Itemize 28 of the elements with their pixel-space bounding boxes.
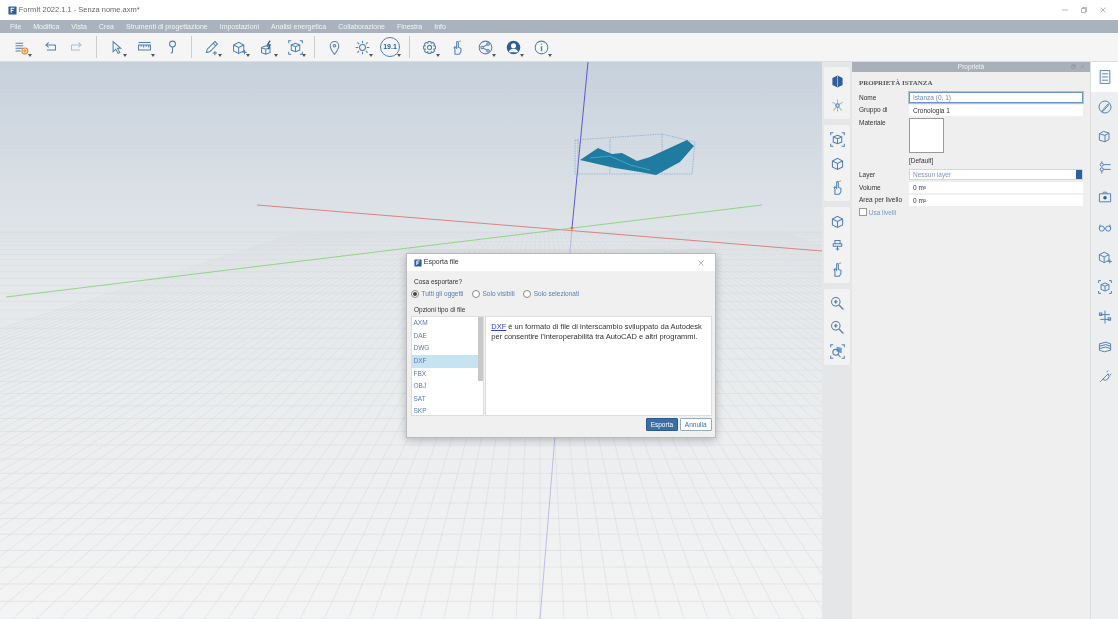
origin-point (570, 226, 574, 230)
zoom-cube-icon (828, 342, 846, 360)
material-swatch[interactable] (909, 117, 944, 153)
cube-frame-icon (1096, 279, 1113, 295)
close-icon (1079, 63, 1086, 70)
zoom-frame-icon (828, 318, 846, 336)
checkbox[interactable] (859, 208, 867, 217)
info-icon (532, 38, 550, 56)
scrollbar-thumb[interactable] (477, 317, 483, 382)
properties-tab[interactable] (1091, 62, 1118, 92)
dropdown-button[interactable] (1076, 170, 1082, 180)
brush-icon (1096, 99, 1113, 115)
cube-frame-icon (286, 38, 304, 56)
cube-stack-icon (1096, 129, 1113, 145)
camera-icon (1096, 189, 1113, 205)
cube-frame-icon (828, 130, 846, 148)
slab-icon (1096, 339, 1113, 355)
zoom-in-icon (828, 294, 846, 312)
close-icon (696, 257, 706, 268)
app-logo-icon (8, 5, 17, 15)
user-icon (504, 38, 522, 56)
settings-icon (420, 38, 438, 56)
node-tree-icon (1096, 309, 1113, 325)
share-icon (476, 38, 494, 56)
sun-icon (353, 38, 371, 56)
cube-icon (1096, 249, 1113, 265)
app-logo-icon (414, 258, 422, 267)
float-icon (1070, 63, 1078, 70)
